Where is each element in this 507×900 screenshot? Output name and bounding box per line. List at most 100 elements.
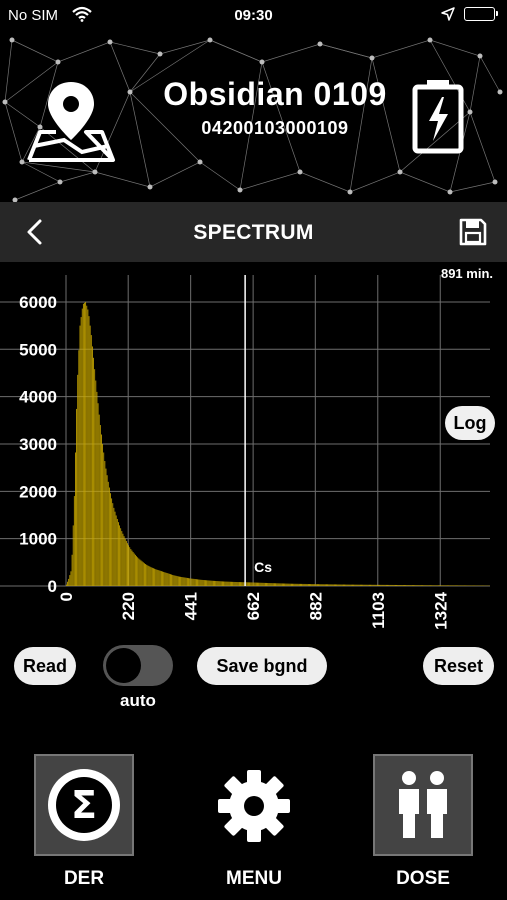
auto-toggle[interactable] [103, 645, 173, 686]
spectrum-bar [288, 583, 290, 586]
spectrum-bar [460, 585, 462, 586]
spectrum-bar [125, 540, 127, 586]
spectrum-bar [175, 575, 177, 586]
spectrum-bar [434, 585, 436, 586]
spectrum-bar [145, 564, 146, 586]
spectrum-bar [92, 346, 93, 586]
tab-menu-label[interactable]: MENU [194, 868, 314, 890]
spectrum-bar [72, 525, 74, 586]
tab-der[interactable]: Σ [34, 754, 134, 856]
spectrum-bar [218, 581, 220, 586]
tab-dose-label: DOSE [396, 868, 450, 889]
people-icon [399, 771, 447, 838]
spectrum-bar [78, 350, 80, 586]
spectrum-bar [212, 580, 214, 586]
spectrum-bar [358, 584, 360, 586]
sigma-icon: Σ [48, 769, 120, 841]
spectrum-bar [176, 576, 178, 586]
save-floppy-icon[interactable] [458, 217, 488, 252]
spectrum-bar [416, 585, 418, 586]
spectrum-bar [119, 525, 120, 586]
x-tick-label: 220 [119, 592, 138, 620]
spectrum-bar [395, 584, 396, 586]
spectrum-bar [293, 583, 295, 586]
spectrum-bar [372, 584, 374, 586]
spectrum-bar [141, 561, 143, 586]
map-pin-icon[interactable] [26, 74, 116, 169]
gear-icon[interactable] [214, 766, 294, 851]
spectrum-bar [70, 571, 72, 586]
spectrum-bar [400, 585, 402, 586]
spectrum-bar [89, 325, 91, 586]
spectrum-bar [306, 583, 308, 586]
spectrum-bar [418, 585, 420, 586]
spectrum-bar [261, 582, 263, 586]
spectrum-bar [469, 585, 471, 586]
spectrum-bar [373, 584, 375, 586]
spectrum-bar [281, 583, 283, 586]
spectrum-bar [305, 583, 307, 586]
spectrum-bar [198, 579, 200, 586]
spectrum-bar [150, 567, 152, 586]
spectrum-bar [66, 584, 67, 586]
reset-button[interactable]: Reset [423, 647, 494, 685]
spectrum-bar [97, 403, 99, 586]
spectrum-bar [335, 584, 336, 586]
spectrum-bar [177, 576, 179, 586]
spectrum-bar [86, 305, 88, 586]
spectrum-bar [158, 570, 160, 586]
spectrum-bar [220, 581, 222, 586]
spectrum-bar [452, 585, 454, 586]
spectrum-bar [379, 584, 381, 586]
spectrum-bar [278, 583, 280, 586]
save-background-button[interactable]: Save bgnd [197, 647, 327, 685]
x-tick-label: 0 [57, 592, 76, 601]
spectrum-bar [309, 584, 310, 586]
spectrum-bar [238, 582, 240, 586]
spectrum-bar [199, 579, 201, 586]
spectrum-bar [324, 584, 326, 586]
spectrum-bar [69, 575, 71, 586]
spectrum-bar [219, 581, 221, 586]
measurement-duration: 891 min. [440, 266, 493, 281]
spectrum-bar [95, 380, 97, 586]
svg-text:Σ: Σ [71, 783, 97, 827]
spectrum-bar [396, 584, 397, 586]
spectrum-bar [101, 434, 102, 586]
read-button[interactable]: Read [14, 647, 76, 685]
spectrum-bar [444, 585, 446, 586]
spectrum-bar [323, 584, 325, 586]
spectrum-bar [236, 582, 238, 586]
x-axis-ticks: 0 220 441 662 882 1103 1324 [57, 591, 450, 629]
spectrum-bar [344, 584, 345, 586]
spectrum-bar [191, 578, 193, 586]
spectrum-bar [153, 568, 154, 586]
spectrum-bar [190, 578, 192, 586]
tab-dose[interactable] [373, 754, 473, 856]
spectrum-bar [409, 585, 411, 586]
spectrum-bar [206, 580, 208, 586]
log-scale-button[interactable]: Log [445, 406, 495, 440]
spectrum-bar [105, 468, 107, 586]
spectrum-bar [185, 577, 187, 586]
spectrum-bar [249, 582, 250, 586]
spectrum-bar [209, 580, 211, 586]
spectrum-bar [393, 584, 395, 586]
spectrum-bar [341, 584, 343, 586]
spectrum-bar [431, 585, 433, 586]
spectrum-bar [264, 582, 266, 586]
spectrum-bar [354, 584, 356, 586]
spectrum-bar [154, 568, 156, 586]
spectrum-bar [389, 584, 391, 586]
spectrum-bar [233, 581, 235, 586]
spectrum-bar [468, 585, 470, 586]
spectrum-bar [103, 452, 105, 586]
spectrum-bar [131, 550, 133, 586]
spectrum-bar [310, 584, 312, 586]
spectrum-bar [110, 493, 111, 586]
spectrum-bar [283, 583, 284, 586]
clock: 09:30 [234, 7, 273, 24]
spectrum-bar [165, 572, 167, 586]
spectrum-chart[interactable]: Cs 0 1000 2000 3000 4000 5000 6000 0 220 441 662 8… [0, 262, 507, 632]
navigation-bar: SPECTRUM [0, 202, 507, 262]
